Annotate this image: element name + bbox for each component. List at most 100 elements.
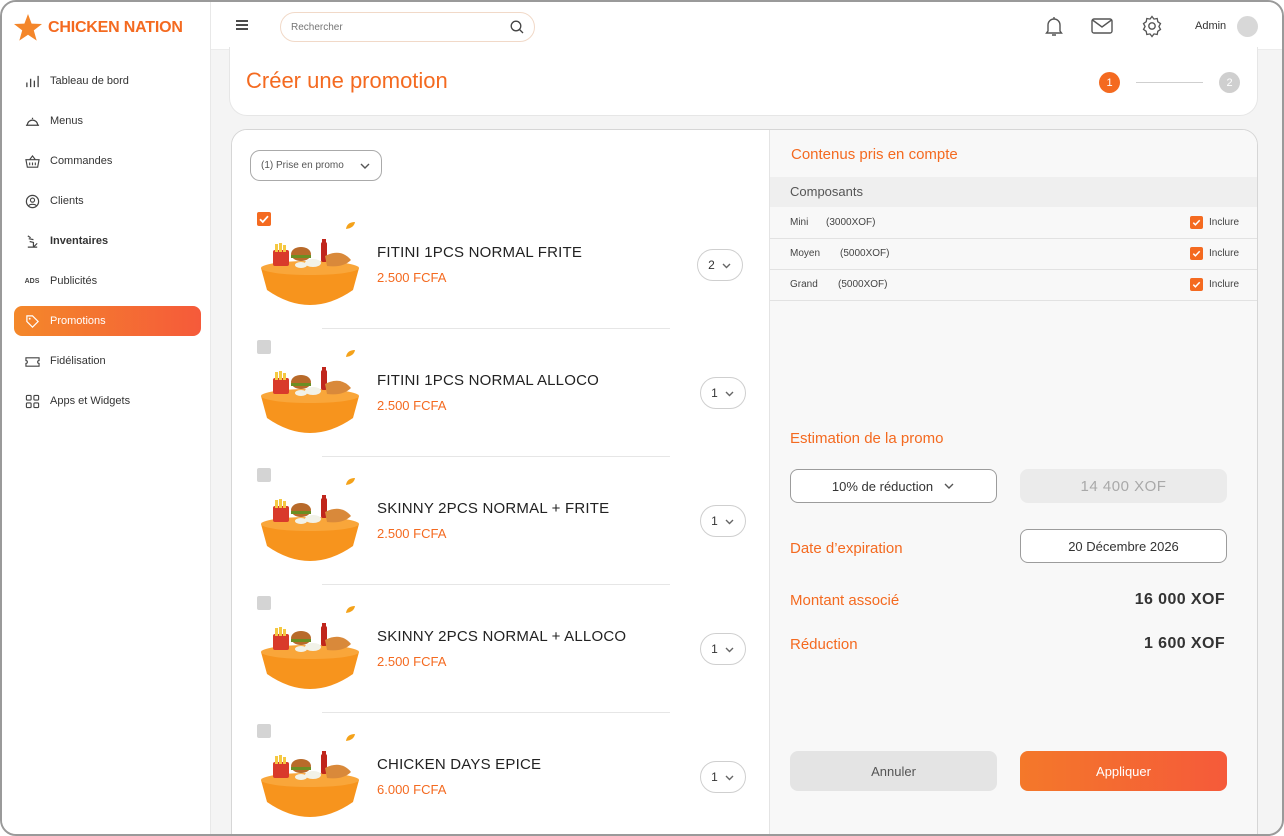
- product-row[interactable]: SKINNY 2PCS NORMAL + ALLOCO 2.500 FCFA 1: [232, 594, 769, 722]
- checkbox-checked-icon[interactable]: [1189, 278, 1203, 291]
- chevron-down-icon: [722, 263, 731, 268]
- sidebar-item-tableau-de-bord[interactable]: Tableau de bord: [14, 66, 201, 96]
- step-indicator-2[interactable]: 2: [1219, 72, 1240, 93]
- product-checkbox[interactable]: [257, 596, 271, 610]
- reduction-label: Réduction: [790, 636, 858, 653]
- component-row: Grand (5000XOF) Inclure: [770, 269, 1257, 301]
- expiry-label: Date d’expiration: [790, 540, 903, 557]
- leaf-icon: [346, 734, 355, 741]
- product-row[interactable]: CHICKEN DAYS EPICE 6.000 FCFA 1: [232, 722, 769, 834]
- discount-value: 10% de réduction: [831, 478, 934, 494]
- leaf-decoration: [345, 345, 356, 357]
- avatar[interactable]: [1237, 16, 1258, 37]
- product-row[interactable]: FITINI 1PCS NORMAL ALLOCO 2.500 FCFA 1: [232, 338, 769, 466]
- checkmark-icon: [259, 215, 269, 224]
- component-name: Mini: [790, 217, 809, 228]
- product-image: [259, 622, 361, 694]
- component-price: (5000XOF): [840, 248, 890, 259]
- sidebar-item-menus[interactable]: Menus: [14, 106, 201, 136]
- quantity-select[interactable]: 1: [700, 761, 746, 793]
- include-toggle[interactable]: Inclure: [1189, 247, 1239, 260]
- step-indicator-1[interactable]: 1: [1099, 72, 1120, 93]
- leaf-icon: [346, 606, 355, 613]
- chevron-down-icon: [725, 647, 734, 652]
- product-price: 2.500 FCFA: [377, 526, 447, 541]
- user-name[interactable]: Admin: [1195, 20, 1226, 32]
- include-label: Inclure: [1208, 279, 1239, 290]
- sidebar-item-apps-widgets[interactable]: Apps et Widgets: [14, 386, 201, 416]
- include-toggle[interactable]: Inclure: [1189, 216, 1239, 229]
- quantity-select[interactable]: 1: [700, 633, 746, 665]
- sidebar-item-commandes[interactable]: Commandes: [14, 146, 201, 176]
- bar-chart-icon: [24, 73, 40, 89]
- user-circle-icon: [24, 193, 40, 209]
- contents-title: Contenus pris en compte: [791, 146, 958, 163]
- product-row[interactable]: FITINI 1PCS NORMAL FRITE 2.500 FCFA 2: [232, 210, 769, 338]
- food-combo-icon: [261, 623, 359, 689]
- cancel-button[interactable]: Annuler: [790, 751, 997, 791]
- product-checkbox[interactable]: [257, 724, 271, 738]
- checkbox-checked-icon[interactable]: [1189, 216, 1203, 229]
- inventory-icon: [24, 233, 40, 249]
- leaf-decoration: [345, 473, 356, 485]
- apply-button[interactable]: Appliquer: [1020, 751, 1227, 791]
- expiry-date-picker[interactable]: 20 Décembre 2026: [1020, 529, 1227, 563]
- product-name: FITINI 1PCS NORMAL FRITE: [377, 244, 583, 261]
- promotion-panel: (1) Prise en promo FITINI 1PCS NORMAL FR…: [231, 129, 1258, 834]
- product-price: 2.500 FCFA: [377, 398, 447, 413]
- chevron-down-icon: [725, 391, 734, 396]
- row-divider: [322, 456, 670, 457]
- leaf-icon: [346, 350, 355, 357]
- product-price: 2.500 FCFA: [377, 270, 447, 285]
- include-label: Inclure: [1208, 217, 1239, 228]
- sidebar-item-label: Clients: [50, 195, 84, 207]
- quantity-select[interactable]: 1: [700, 505, 746, 537]
- amount-label: Montant associé: [790, 592, 900, 609]
- search-icon[interactable]: [510, 20, 524, 34]
- promo-filter-dropdown[interactable]: (1) Prise en promo: [250, 150, 382, 181]
- gear-icon[interactable]: [1140, 14, 1164, 38]
- component-name: Grand: [790, 279, 818, 290]
- product-checkbox[interactable]: [257, 340, 271, 354]
- sidebar-item-clients[interactable]: Clients: [14, 186, 201, 216]
- sidebar-item-label: Publicités: [50, 275, 98, 287]
- product-list-pane: (1) Prise en promo FITINI 1PCS NORMAL FR…: [232, 130, 769, 834]
- sidebar-item-promotions[interactable]: Promotions: [14, 306, 201, 336]
- product-price: 2.500 FCFA: [377, 654, 447, 669]
- product-checkbox[interactable]: [257, 468, 271, 482]
- product-price: 6.000 FCFA: [377, 782, 447, 797]
- food-combo-icon: [261, 751, 359, 817]
- ads-icon: ADS: [24, 277, 40, 285]
- discount-select[interactable]: 10% de réduction: [790, 469, 997, 503]
- hamburger-menu-icon[interactable]: [235, 18, 249, 32]
- product-name: SKINNY 2PCS NORMAL + FRITE: [377, 500, 610, 517]
- component-row: Moyen (5000XOF) Inclure: [770, 238, 1257, 270]
- mail-icon[interactable]: [1090, 14, 1114, 38]
- sidebar-item-publicites[interactable]: ADS Publicités: [14, 266, 201, 296]
- sidebar-item-label: Menus: [50, 115, 84, 127]
- checkbox-checked-icon[interactable]: [1189, 247, 1203, 260]
- star-logo-icon: [14, 14, 42, 41]
- chevron-down-icon: [944, 483, 954, 489]
- product-row[interactable]: SKINNY 2PCS NORMAL + FRITE 2.500 FCFA 1: [232, 466, 769, 594]
- page-title: Créer une promotion: [246, 68, 448, 93]
- search-input[interactable]: [291, 21, 510, 33]
- product-image: [259, 238, 361, 310]
- sidebar-item-inventaires[interactable]: Inventaires: [14, 226, 201, 256]
- component-row: Mini (3000XOF) Inclure: [770, 207, 1257, 239]
- quantity-select[interactable]: 2: [697, 249, 743, 281]
- sidebar-item-label: Apps et Widgets: [50, 395, 131, 407]
- tag-icon: [24, 313, 40, 329]
- quantity-select[interactable]: 1: [700, 377, 746, 409]
- sidebar-item-label: Fidélisation: [50, 355, 106, 367]
- basket-icon: [24, 153, 40, 169]
- chevron-down-icon: [360, 163, 370, 169]
- include-toggle[interactable]: Inclure: [1189, 278, 1239, 291]
- sidebar-item-fidelisation[interactable]: Fidélisation: [14, 346, 201, 376]
- brand-name: CHICKEN NATION: [48, 19, 183, 36]
- quantity-value: 1: [711, 770, 718, 784]
- brand-logo[interactable]: CHICKEN NATION: [12, 12, 183, 44]
- bell-icon[interactable]: [1042, 14, 1066, 38]
- sidebar-item-label: Tableau de bord: [50, 75, 129, 87]
- product-checkbox[interactable]: [257, 212, 271, 226]
